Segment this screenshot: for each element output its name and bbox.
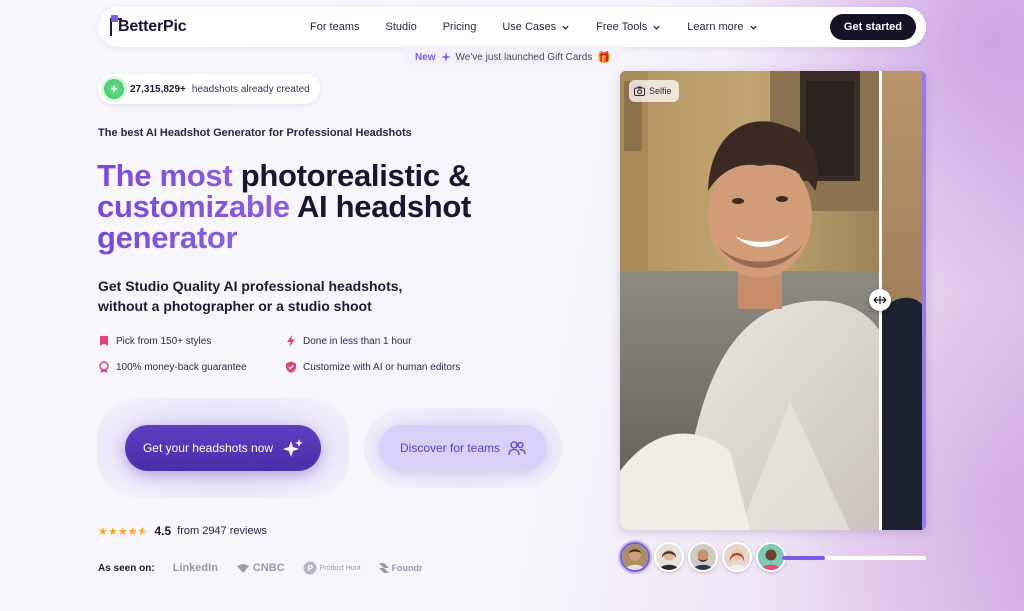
avatar[interactable] xyxy=(620,542,650,572)
carousel-progress xyxy=(782,556,926,560)
rating-score: 4.5 xyxy=(154,524,172,538)
avatar[interactable] xyxy=(654,542,684,572)
counter-value: 27,315,829+ xyxy=(130,83,186,95)
drag-handle-icon[interactable] xyxy=(869,289,891,311)
rating-row: ★★★★★★ 4.5 from 2947 reviews xyxy=(98,524,267,538)
frame-accent xyxy=(922,71,926,530)
nav-link-label: Free Tools xyxy=(596,21,648,33)
selfie-tag: Selfie xyxy=(629,80,679,102)
headline-part: customizable xyxy=(97,189,290,224)
avatar[interactable] xyxy=(722,542,752,572)
lightning-icon xyxy=(287,335,295,347)
foundr-logo: Foundr xyxy=(378,563,423,573)
logo-square-icon xyxy=(111,15,118,22)
as-seen-on-label: As seen on: xyxy=(98,562,155,574)
discover-teams-button[interactable]: Discover for teams xyxy=(379,425,547,471)
headline-part: AI headshot xyxy=(289,189,472,224)
feature-label: Pick from 150+ styles xyxy=(116,335,212,347)
headshot-counter: + 27,315,829+ headshots already created xyxy=(98,74,320,104)
selfie-tag-label: Selfie xyxy=(649,86,672,96)
chevron-down-icon xyxy=(653,25,660,30)
outlet-name: Foundr xyxy=(391,563,423,573)
get-started-button[interactable]: Get started xyxy=(829,14,916,40)
linkedin-logo: LinkedIn xyxy=(173,562,218,574)
team-icon xyxy=(508,441,526,456)
sparkle-icon xyxy=(440,52,451,62)
bookmark-icon xyxy=(100,336,108,346)
product-hunt-logo: P Product Hunt xyxy=(303,561,361,575)
feature-item: Done in less than 1 hour xyxy=(285,335,411,347)
announcement-bar[interactable]: New We've just launched Gift Cards 🎁 xyxy=(404,46,622,68)
feature-item: Pick from 150+ styles xyxy=(98,335,211,347)
secondary-button-label: Discover for teams xyxy=(399,441,501,455)
nav-link-pricing[interactable]: Pricing xyxy=(443,21,477,33)
feature-item: Customize with AI or human editors xyxy=(285,361,460,373)
nav-link-learn-more[interactable]: Learn more xyxy=(687,21,757,33)
outlet-name: LinkedIn xyxy=(172,562,218,574)
brand-name: BetterPic xyxy=(118,18,187,35)
feature-label: Customize with AI or human editors xyxy=(303,361,461,373)
rating-text: from 2947 reviews xyxy=(177,525,268,537)
headline-part: The most xyxy=(97,158,241,193)
announcement-text: We've just launched Gift Cards xyxy=(455,51,593,63)
get-headshots-button[interactable]: Get your headshots now xyxy=(125,425,321,471)
hero-headline: The most photorealistic & customizable A… xyxy=(97,160,537,253)
subheadline-line: without a photographer or a studio shoot xyxy=(98,298,372,314)
camera-icon xyxy=(634,86,645,96)
star-rating-icon: ★★★★★★ xyxy=(98,525,149,538)
carousel-progress-fill xyxy=(782,556,826,560)
avatar[interactable] xyxy=(688,542,718,572)
chevron-down-icon xyxy=(562,25,569,30)
plus-icon: + xyxy=(104,79,124,99)
producthunt-icon: P xyxy=(303,561,317,575)
as-seen-on: As seen on: LinkedIn CNBC P Product Hunt… xyxy=(98,561,423,575)
feature-label: 100% money-back guarantee xyxy=(116,361,247,373)
nav-links: For teams Studio Pricing Use Cases Free Tool… xyxy=(310,7,784,47)
hero-subheadline: Get Studio Quality AI professional heads… xyxy=(98,276,418,316)
foundr-icon xyxy=(378,563,389,573)
sparkles-icon xyxy=(283,439,304,457)
nav-link-studio[interactable]: Studio xyxy=(386,21,417,33)
shield-icon xyxy=(286,361,296,373)
avatar-list xyxy=(620,542,786,572)
new-badge: New xyxy=(414,51,436,63)
nav-link-label: Studio xyxy=(385,21,417,33)
nav-link-label: For teams xyxy=(310,21,360,33)
headline-part: photorealistic & xyxy=(240,158,471,193)
subheadline-line: Get Studio Quality AI professional heads… xyxy=(98,278,403,294)
nav-link-label: Pricing xyxy=(442,21,477,33)
outlet-name: Product Hunt xyxy=(319,564,361,572)
nav-link-use-cases[interactable]: Use Cases xyxy=(502,21,570,33)
nav-link-label: Learn more xyxy=(687,21,744,33)
headline-part: generator xyxy=(97,220,238,255)
feature-label: Done in less than 1 hour xyxy=(303,335,412,347)
cnbc-logo: CNBC xyxy=(236,562,285,574)
nav-link-for-teams[interactable]: For teams xyxy=(310,21,360,33)
chevron-down-icon xyxy=(749,25,757,30)
brand-logo[interactable]: BetterPic xyxy=(110,15,187,38)
top-navbar: BetterPic For teams Studio Pricing Use Case… xyxy=(98,7,926,47)
badge-icon xyxy=(99,361,109,373)
eyebrow-text: The best AI Headshot Generator for Profe… xyxy=(98,127,412,139)
svg-text:P: P xyxy=(307,564,313,573)
outlet-name: CNBC xyxy=(252,562,285,574)
gift-icon: 🎁 xyxy=(597,51,612,64)
peacock-icon xyxy=(236,563,249,573)
counter-text: headshots already created xyxy=(191,83,310,95)
feature-item: 100% money-back guarantee xyxy=(98,361,247,373)
nav-link-free-tools[interactable]: Free Tools xyxy=(596,21,661,33)
primary-button-label: Get your headshots now xyxy=(142,441,274,455)
nav-link-label: Use Cases xyxy=(502,21,557,33)
